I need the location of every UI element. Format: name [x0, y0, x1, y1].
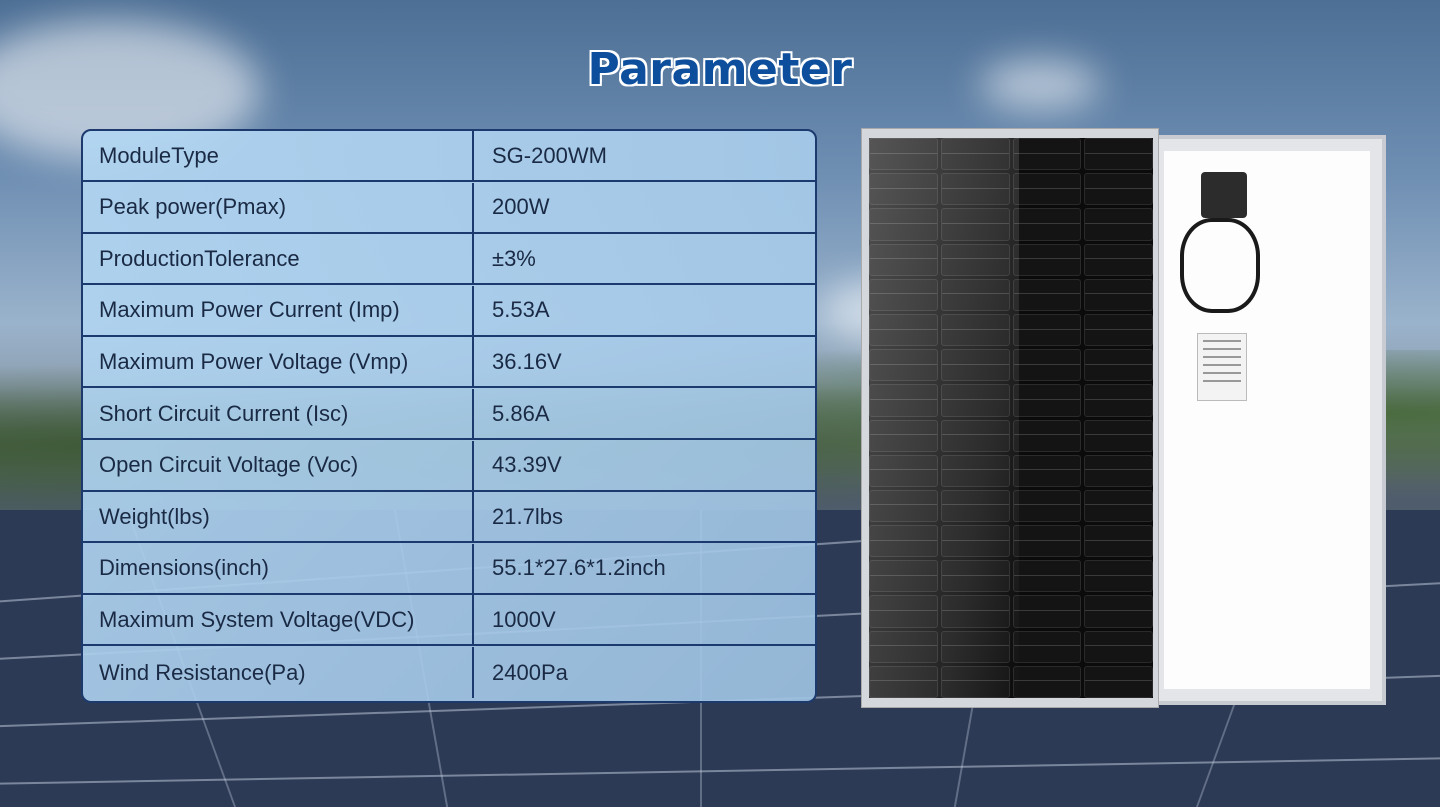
pv-cell: [1012, 278, 1082, 311]
solar-panel-back: [1148, 135, 1386, 705]
pv-cell: [1084, 278, 1153, 311]
table-row: Weight(lbs) 21.7lbs: [83, 492, 815, 544]
param-value: 2400Pa: [492, 659, 568, 685]
cable: [1180, 218, 1260, 313]
pv-cell: [1084, 665, 1153, 698]
junction-box: [1201, 172, 1247, 218]
pv-cell: [1084, 630, 1153, 663]
pv-cell: [1084, 349, 1153, 382]
param-label: Weight(lbs): [83, 492, 474, 542]
pv-cell: [1084, 384, 1153, 417]
page-title: Parameter: [587, 44, 853, 95]
pv-cell: [1012, 138, 1082, 171]
param-label: Short Circuit Current (Isc): [83, 389, 474, 438]
pv-cell: [1012, 173, 1082, 206]
pv-cell: [1012, 208, 1082, 241]
param-value: 36.16V: [492, 348, 562, 374]
pv-cell: [1084, 595, 1153, 628]
table-row: Short Circuit Current (Isc) 5.86A: [83, 389, 815, 440]
pv-cell: [1084, 208, 1153, 241]
table-row: Open Circuit Voltage (Voc) 43.39V: [83, 440, 815, 492]
param-value: 200W: [492, 194, 550, 220]
table-row: Maximum Power Voltage (Vmp) 36.16V: [83, 337, 815, 389]
param-value: 55.1*27.6*1.2inch: [492, 555, 666, 581]
param-value: 5.86A: [492, 400, 550, 426]
param-value: 43.39V: [492, 452, 562, 478]
pv-cell: [1084, 173, 1153, 206]
param-label: Peak power(Pmax): [83, 182, 474, 232]
table-row: Maximum System Voltage(VDC) 1000V: [83, 595, 815, 647]
pv-cell: [1084, 243, 1153, 276]
solar-panel-front: [861, 128, 1159, 708]
param-label: ProductionTolerance: [83, 234, 474, 284]
table-row: Wind Resistance(Pa) 2400Pa: [83, 647, 815, 698]
pv-cell: [1012, 313, 1082, 347]
parameter-table: ModuleType SG-200WM Peak power(Pmax) 200W Pr…: [81, 129, 817, 703]
pv-cell: [1012, 419, 1082, 452]
pv-cell: [1084, 560, 1153, 593]
table-row: ProductionTolerance ±3%: [83, 234, 815, 286]
pv-cell: [1012, 349, 1082, 382]
pv-cell: [1084, 454, 1153, 487]
param-label: ModuleType: [83, 131, 474, 180]
pv-cell: [1012, 384, 1082, 417]
pv-cell: [1012, 489, 1082, 523]
pv-cell: [1084, 313, 1153, 347]
param-value: 5.53A: [492, 297, 550, 323]
param-value: ±3%: [492, 245, 536, 271]
pv-cell: [1084, 489, 1153, 523]
param-label: Dimensions(inch): [83, 543, 474, 593]
param-label: Maximum Power Current (Imp): [83, 285, 474, 335]
table-row: Peak power(Pmax) 200W: [83, 182, 815, 234]
pv-cell: [1084, 525, 1153, 558]
pv-cell: [1012, 525, 1082, 558]
pv-cell: [1012, 560, 1082, 593]
param-label: Maximum Power Voltage (Vmp): [83, 337, 474, 387]
panel-spec-label: [1197, 333, 1247, 401]
pv-cell: [1012, 454, 1082, 487]
pv-cell: [1012, 630, 1082, 663]
param-label: Maximum System Voltage(VDC): [83, 595, 474, 645]
param-value: SG-200WM: [492, 142, 607, 168]
pv-cell: [1012, 243, 1082, 276]
pv-cell: [1012, 595, 1082, 628]
pv-cell: [1012, 665, 1082, 698]
pv-cell: [1084, 419, 1153, 452]
param-value: 1000V: [492, 606, 556, 632]
table-row: ModuleType SG-200WM: [83, 131, 815, 182]
param-label: Open Circuit Voltage (Voc): [83, 440, 474, 490]
table-row: Maximum Power Current (Imp) 5.53A: [83, 285, 815, 337]
param-label: Wind Resistance(Pa): [83, 647, 474, 698]
param-value: 21.7lbs: [492, 503, 563, 529]
pv-cell: [1084, 138, 1153, 171]
table-row: Dimensions(inch) 55.1*27.6*1.2inch: [83, 543, 815, 595]
